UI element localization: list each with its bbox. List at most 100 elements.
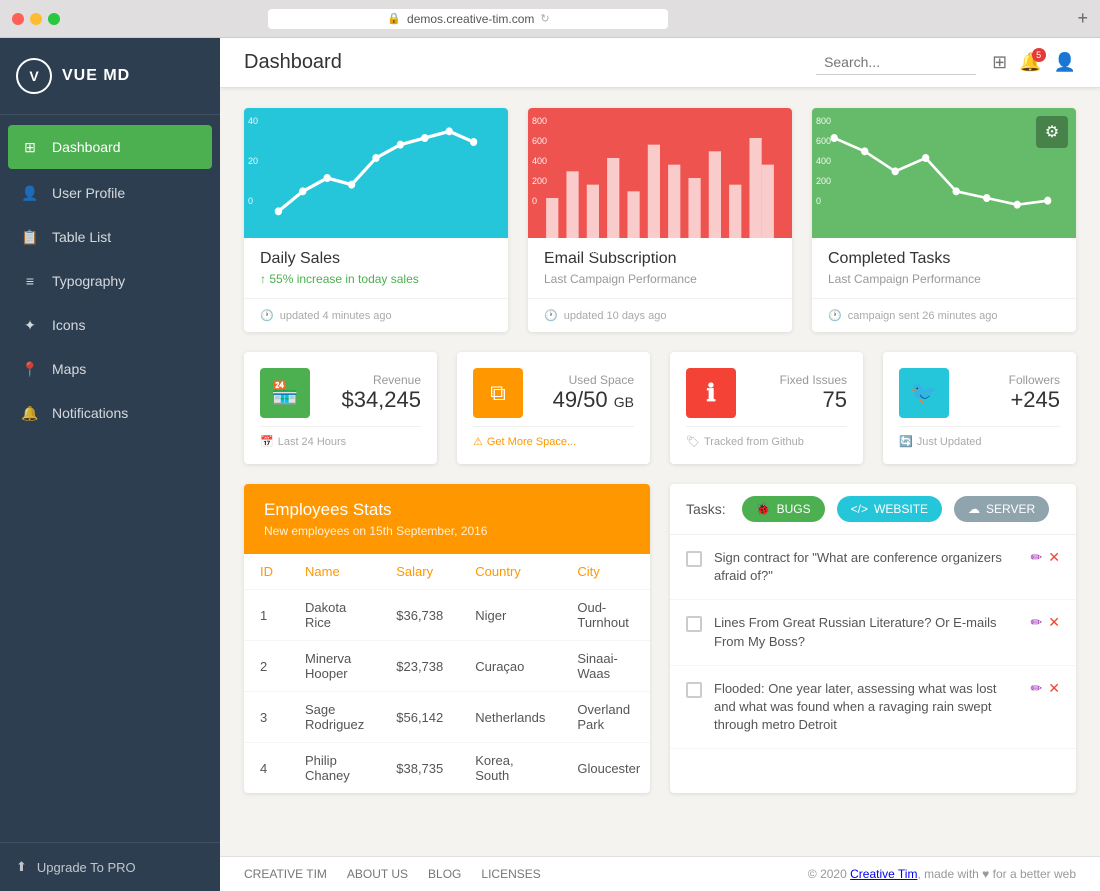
clock-icon: 🕐 bbox=[544, 309, 558, 322]
grid-view-button[interactable]: ⊞ bbox=[992, 52, 1007, 73]
refresh-icon: 🔄 bbox=[899, 435, 913, 448]
task-checkbox-1[interactable] bbox=[686, 551, 702, 567]
url-text: demos.creative-tim.com bbox=[407, 12, 534, 26]
sidebar-item-dashboard[interactable]: ⊞ Dashboard bbox=[8, 125, 212, 169]
task-delete-1[interactable]: ✕ bbox=[1048, 549, 1060, 566]
sidebar-item-typography[interactable]: ≡ Typography bbox=[0, 259, 220, 303]
table-row: 3 Sage Rodriguez $56,142 Netherlands Ove… bbox=[244, 692, 650, 743]
tab-server[interactable]: ☁ SERVER bbox=[954, 496, 1049, 522]
maximize-button[interactable] bbox=[48, 13, 60, 25]
close-button[interactable] bbox=[12, 13, 24, 25]
chart-x-labels: 12am3pm6pm9pm12pm9am bbox=[822, 243, 1066, 256]
col-city: City bbox=[561, 554, 650, 590]
header: Dashboard ⊞ 🔔 5 👤 bbox=[220, 38, 1100, 88]
sidebar-item-maps[interactable]: 📍 Maps bbox=[0, 347, 220, 391]
search-input[interactable] bbox=[816, 50, 976, 75]
task-edit-3[interactable]: ✏ bbox=[1031, 680, 1043, 697]
sidebar-item-label: Maps bbox=[52, 361, 86, 377]
info-icon: ℹ bbox=[686, 368, 736, 418]
task-edit-1[interactable]: ✏ bbox=[1031, 549, 1043, 566]
fixed-issues-header: ℹ Fixed Issues 75 bbox=[686, 368, 847, 418]
upgrade-icon: ⬆ bbox=[16, 859, 27, 875]
chart-x-labels: MTWTFSS bbox=[254, 243, 498, 257]
table-row: 1 Dakota Rice $36,738 Niger Oud-Turnhout bbox=[244, 590, 650, 641]
sidebar-item-table-list[interactable]: 📋 Table List bbox=[0, 215, 220, 259]
sidebar: V VUE MD ⊞ Dashboard 👤 User Profile 📋 Ta… bbox=[0, 38, 220, 891]
used-space-stats: Used Space 49/50 GB bbox=[535, 373, 634, 413]
address-bar[interactable]: 🔒 demos.creative-tim.com ↻ bbox=[268, 9, 668, 29]
chart-y-labels: 8006004002000 bbox=[532, 116, 547, 206]
header-right: ⊞ 🔔 5 👤 bbox=[816, 50, 1076, 75]
task-checkbox-2[interactable] bbox=[686, 616, 702, 632]
sidebar-item-icons[interactable]: ✦ Icons bbox=[0, 303, 220, 347]
main-content: Dashboard ⊞ 🔔 5 👤 bbox=[220, 38, 1100, 891]
used-space-card: ⧉ Used Space 49/50 GB ⚠ Get More Space..… bbox=[457, 352, 650, 464]
tab-bugs[interactable]: 🐞 BUGS bbox=[742, 496, 825, 522]
daily-sales-card: 40200 bbox=[244, 108, 508, 332]
chart-y-labels: 40200 bbox=[248, 116, 258, 206]
footer-link-about-us[interactable]: ABOUT US bbox=[347, 867, 408, 881]
task-item-1: Sign contract for "What are conference o… bbox=[670, 535, 1076, 600]
tasks-header: Tasks: 🐞 BUGS </> WEBSITE ☁ SERVER bbox=[670, 484, 1076, 535]
tab-website[interactable]: </> WEBSITE bbox=[837, 496, 942, 522]
sidebar-item-notifications[interactable]: 🔔 Notifications bbox=[0, 391, 220, 435]
fixed-issues-footer: 🏷 Tracked from Github bbox=[686, 426, 847, 448]
task-delete-3[interactable]: ✕ bbox=[1048, 680, 1060, 697]
followers-stats: Followers +245 bbox=[961, 373, 1060, 413]
employees-table: ID Name Salary Country City 1 Dakota Ric… bbox=[244, 554, 650, 793]
daily-sales-chart: 40200 bbox=[244, 108, 508, 238]
minimize-button[interactable] bbox=[30, 13, 42, 25]
footer-brand-link[interactable]: Creative Tim bbox=[850, 867, 917, 881]
revenue-stats: Revenue $34,245 bbox=[322, 373, 421, 413]
footer-links: CREATIVE TIM ABOUT US BLOG LICENSES bbox=[244, 867, 541, 881]
followers-card: 🐦 Followers +245 🔄 Just Updated bbox=[883, 352, 1076, 464]
task-edit-2[interactable]: ✏ bbox=[1031, 614, 1043, 631]
task-checkbox-3[interactable] bbox=[686, 682, 702, 698]
user-icon: 👤 bbox=[20, 183, 40, 203]
mini-cards-row: 🏪 Revenue $34,245 📅 Last 24 Hours ⧉ bbox=[244, 352, 1076, 464]
email-footer: 🕐 updated 10 days ago bbox=[528, 298, 792, 332]
line-chart-svg bbox=[254, 118, 498, 238]
task-item-2: Lines From Great Russian Literature? Or … bbox=[670, 600, 1076, 665]
table-icon: 📋 bbox=[20, 227, 40, 247]
tasks-line-chart bbox=[822, 118, 1066, 238]
task-actions-2: ✏ ✕ bbox=[1031, 614, 1060, 631]
sidebar-item-user-profile[interactable]: 👤 User Profile bbox=[0, 171, 220, 215]
twitter-icon: 🐦 bbox=[899, 368, 949, 418]
upgrade-button[interactable]: ⬆ Upgrade To PRO bbox=[0, 842, 220, 891]
clock-icon: 🕐 bbox=[828, 309, 842, 322]
employees-subtitle: New employees on 15th September, 2016 bbox=[264, 524, 630, 538]
warning-icon: ⚠ bbox=[473, 435, 483, 448]
gear-icon[interactable]: ⚙ bbox=[1036, 116, 1068, 148]
bell-icon: 🔔 bbox=[20, 403, 40, 423]
task-delete-2[interactable]: ✕ bbox=[1048, 614, 1060, 631]
chart-y-labels: 8006004002000 bbox=[816, 116, 831, 206]
sidebar-item-label: Typography bbox=[52, 273, 125, 289]
revenue-card: 🏪 Revenue $34,245 📅 Last 24 Hours bbox=[244, 352, 437, 464]
typography-icon: ≡ bbox=[20, 271, 40, 291]
revenue-footer: 📅 Last 24 Hours bbox=[260, 426, 421, 448]
footer-link-creative-tim[interactable]: CREATIVE TIM bbox=[244, 867, 327, 881]
chart-x-labels: JaFeMaApMaiJuJulAuSeOcNoDe bbox=[538, 243, 782, 256]
fixed-issues-card: ℹ Fixed Issues 75 🏷 Tracked from Github bbox=[670, 352, 863, 464]
used-space-header: ⧉ Used Space 49/50 GB bbox=[473, 368, 634, 418]
email-subscription-card: 8006004002000 bbox=[528, 108, 792, 332]
user-menu-button[interactable]: 👤 bbox=[1054, 52, 1076, 73]
email-subtitle: Last Campaign Performance bbox=[544, 272, 776, 286]
map-icon: 📍 bbox=[20, 359, 40, 379]
icons-icon: ✦ bbox=[20, 315, 40, 335]
new-tab-button[interactable]: + bbox=[1077, 8, 1088, 29]
cloud-icon: ☁ bbox=[968, 502, 980, 516]
sidebar-item-label: Table List bbox=[52, 229, 111, 245]
footer-link-licenses[interactable]: LICENSES bbox=[481, 867, 540, 881]
footer-link-blog[interactable]: BLOG bbox=[428, 867, 461, 881]
col-country: Country bbox=[459, 554, 561, 590]
header-icons: ⊞ 🔔 5 👤 bbox=[992, 52, 1076, 73]
employees-card: Employees Stats New employees on 15th Se… bbox=[244, 484, 650, 793]
notifications-button[interactable]: 🔔 5 bbox=[1019, 52, 1041, 73]
content-area: 40200 bbox=[220, 88, 1100, 856]
table-row: 4 Philip Chaney $38,735 Korea, South Glo… bbox=[244, 743, 650, 794]
footer: CREATIVE TIM ABOUT US BLOG LICENSES © 20… bbox=[220, 856, 1100, 891]
col-id: ID bbox=[244, 554, 289, 590]
task-item-3: Flooded: One year later, assessing what … bbox=[670, 666, 1076, 750]
